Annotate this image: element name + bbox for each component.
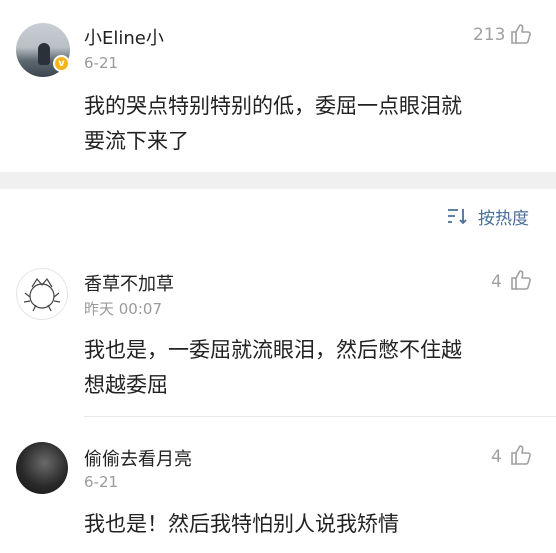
avatar-drawing: [23, 277, 61, 312]
comment-text-line-1: 我也是！然后我特怕别人说我矫情: [84, 512, 399, 536]
thumbs-up-icon[interactable]: [510, 269, 532, 291]
comment-author[interactable]: 香草不加草: [84, 270, 174, 296]
original-post: v 小Eline小 6-21 213 我的哭点特别特别的低，委屈一点眼泪就 要流…: [0, 0, 556, 172]
sort-label: 按热度: [478, 208, 529, 229]
comment-like-count: 4: [491, 447, 502, 467]
post-like-count: 213: [473, 25, 506, 45]
thumbs-up-icon[interactable]: [510, 444, 532, 466]
comment-separator: [84, 416, 556, 417]
comment-like-count: 4: [491, 272, 502, 292]
avatar[interactable]: [16, 442, 68, 494]
comment-text-line-2: 想越委屈: [84, 373, 168, 397]
avatar[interactable]: [16, 268, 68, 320]
sort-by-hot-button[interactable]: 按热度: [446, 204, 529, 229]
thumbs-up-icon[interactable]: [510, 23, 532, 45]
post-text-line-2: 要流下来了: [84, 129, 189, 153]
post-date: 6-21: [84, 54, 119, 72]
avatar-figure: [38, 43, 50, 65]
comment-date: 昨天 00:07: [84, 300, 162, 318]
verified-badge-icon: v: [53, 55, 70, 72]
post-text-line-1: 我的哭点特别特别的低，委屈一点眼泪就: [84, 94, 462, 118]
comment-text-line-1: 我也是，一委屈就流眼泪，然后憋不住越: [84, 338, 462, 362]
section-divider: [0, 172, 556, 189]
comment-author[interactable]: 偷偷去看月亮: [84, 445, 192, 471]
sort-icon: [448, 209, 467, 225]
comment-date: 6-21: [84, 473, 119, 491]
post-author[interactable]: 小Eline小: [84, 24, 164, 50]
